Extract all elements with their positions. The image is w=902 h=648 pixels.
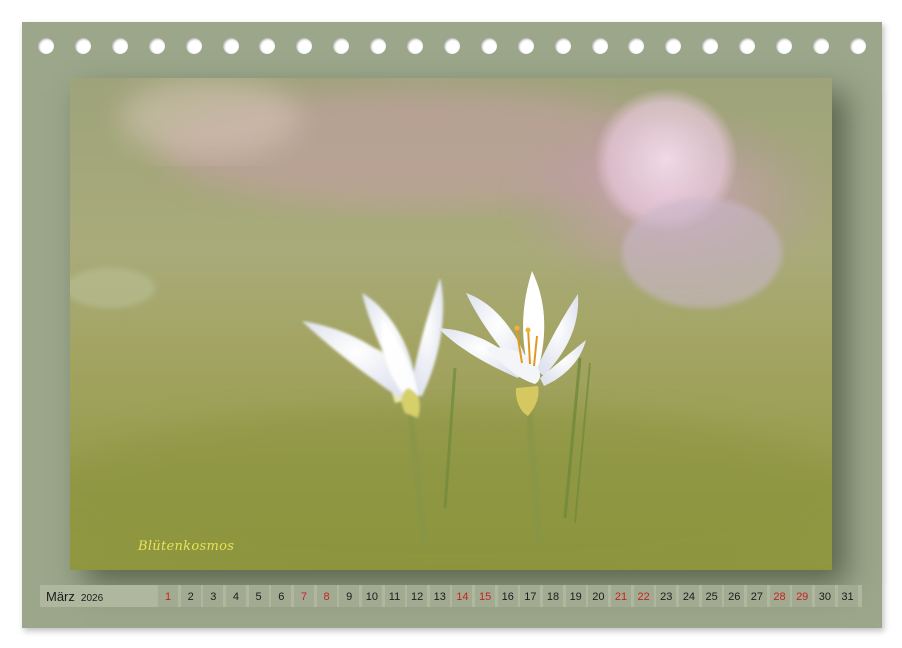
day-number: 10 (365, 591, 378, 603)
binding-hole (517, 38, 534, 54)
day-cell: 31 (837, 585, 858, 607)
month-label: März 2026 (46, 589, 103, 604)
day-cell: 9 (339, 585, 360, 607)
day-cell: 10 (361, 585, 382, 607)
day-cell: 28 (769, 585, 790, 607)
day-cell: 8 (316, 585, 337, 607)
day-cell: 25 (701, 585, 722, 607)
day-cell: 30 (814, 585, 835, 607)
day-cell: 12 (407, 585, 428, 607)
day-cell: 13 (429, 585, 450, 607)
day-number: 3 (210, 591, 217, 603)
day-cell: 14 (452, 585, 473, 607)
binding-hole (370, 38, 387, 54)
month-name: März (46, 589, 75, 604)
day-number: 5 (255, 591, 262, 603)
day-number: 28 (773, 591, 786, 603)
binding-hole (591, 38, 608, 54)
binding-hole (443, 38, 460, 54)
day-number: 22 (637, 591, 650, 603)
day-cell: 29 (792, 585, 813, 607)
binding-hole (739, 38, 756, 54)
day-number: 30 (818, 591, 831, 603)
day-number: 15 (478, 591, 492, 603)
day-cell: 2 (180, 585, 201, 607)
day-number: 25 (705, 591, 718, 603)
binding-hole (702, 38, 719, 54)
day-number: 7 (300, 591, 307, 603)
binding-holes (22, 36, 882, 56)
day-cell: 26 (724, 585, 745, 607)
day-cell: 16 (497, 585, 518, 607)
binding-hole (554, 38, 571, 54)
day-number: 21 (614, 591, 628, 603)
photo-frame: Blütenkosmos (70, 78, 832, 570)
binding-hole (148, 38, 165, 54)
binding-hole (407, 38, 423, 54)
binding-hole (185, 38, 202, 54)
day-cell: 15 (475, 585, 496, 607)
day-cell: 7 (293, 585, 314, 607)
day-number: 17 (524, 591, 537, 603)
day-number: 19 (569, 591, 582, 603)
day-cell: 11 (384, 585, 405, 607)
day-number: 31 (841, 591, 854, 603)
binding-hole (333, 38, 350, 54)
photo-caption: Blütenkosmos (138, 539, 235, 554)
day-cell: 19 (565, 585, 586, 607)
day-number: 23 (660, 591, 673, 603)
binding-hole (296, 38, 313, 54)
day-number: 8 (323, 591, 330, 603)
binding-hole (111, 38, 128, 54)
day-number: 16 (501, 591, 514, 603)
binding-hole (628, 38, 645, 54)
year-label: 2026 (80, 593, 104, 604)
binding-hole (812, 38, 829, 54)
binding-hole (259, 38, 276, 54)
crocus-photo (70, 78, 832, 570)
binding-hole (222, 38, 239, 54)
day-number: 26 (728, 591, 741, 603)
day-cell: 17 (520, 585, 541, 607)
date-strip: März 2026 1 2 3 4 5 6 7 8 9 10 11 12 13 14 15 16 17 18 19 20… (40, 585, 862, 607)
day-cell: 20 (588, 585, 609, 607)
day-cell: 18 (543, 585, 564, 607)
day-number: 11 (388, 591, 401, 603)
day-number: 13 (433, 591, 446, 603)
day-cell: 23 (656, 585, 677, 607)
day-cell: 21 (611, 585, 631, 607)
day-number: 18 (546, 591, 560, 603)
day-number: 14 (456, 591, 469, 603)
binding-hole (74, 38, 91, 54)
calendar-page: Blütenkosmos März 2026 1 2 3 4 5 6 7 8 9 10 11 12 13 1… (22, 22, 882, 628)
day-number: 20 (592, 591, 605, 603)
day-cell: 24 (678, 585, 699, 607)
day-number: 12 (411, 591, 424, 603)
binding-hole (665, 38, 682, 54)
day-cell: 3 (203, 585, 224, 607)
day-number: 24 (682, 591, 696, 603)
binding-hole (38, 38, 54, 54)
day-cell: 4 (225, 585, 246, 607)
day-number: 9 (346, 591, 353, 603)
day-cell: 5 (248, 585, 269, 607)
day-number: 6 (278, 591, 285, 603)
day-cell: 1 (158, 585, 178, 607)
binding-hole (849, 38, 866, 54)
day-cell: 22 (633, 585, 654, 607)
day-number: 29 (796, 591, 809, 603)
day-number: 2 (187, 591, 194, 603)
binding-hole (480, 38, 497, 54)
day-number: 27 (750, 591, 764, 603)
day-number: 4 (232, 591, 239, 603)
day-number: 1 (164, 591, 172, 603)
binding-hole (776, 38, 792, 54)
day-cell: 27 (746, 585, 767, 607)
day-cell: 6 (271, 585, 292, 607)
